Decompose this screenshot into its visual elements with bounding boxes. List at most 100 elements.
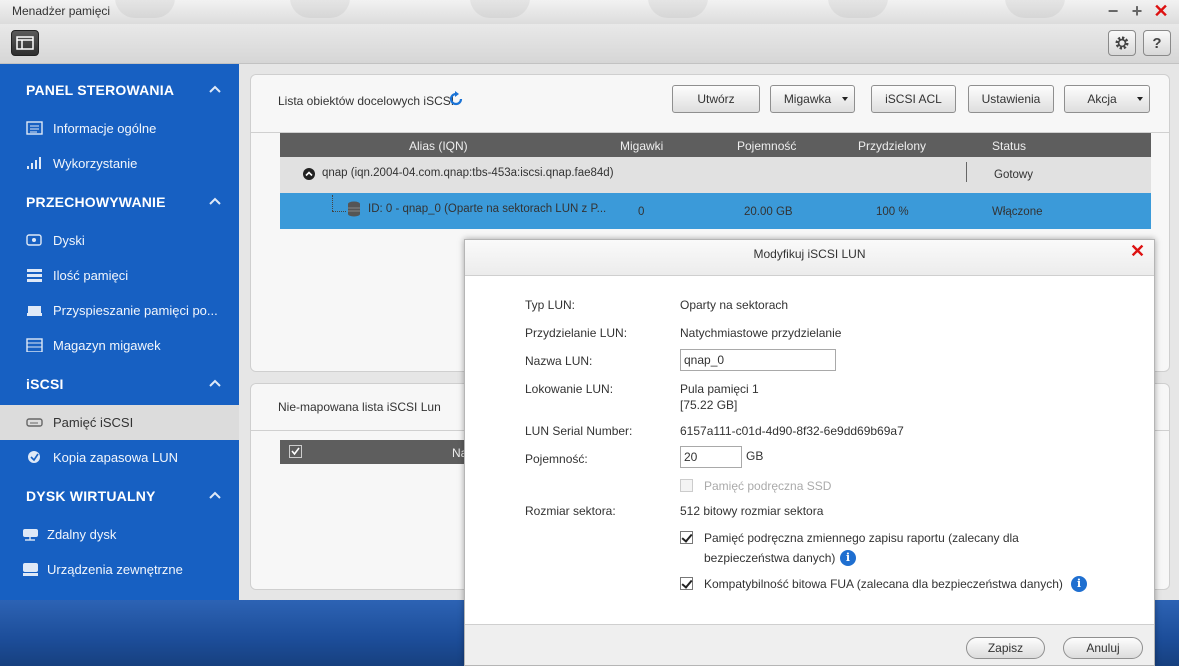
write-cache-checkbox[interactable]	[680, 531, 693, 544]
section-label: DYSK WIRTUALNY	[26, 488, 156, 504]
column-alias[interactable]: Alias (IQN)	[409, 139, 468, 153]
action-dropdown-button[interactable]: Akcja	[1064, 85, 1150, 113]
sidebar-item-usage[interactable]: Wykorzystanie	[0, 146, 239, 181]
capacity-unit: GB	[746, 449, 764, 463]
snapshot-label: Migawka	[783, 92, 832, 106]
chevron-up-icon	[209, 379, 221, 387]
lun-allocated: 100 %	[876, 206, 909, 218]
sidebar-item-remote-disk[interactable]: Zdalny dysk	[0, 517, 239, 552]
toggle-sidebar-button[interactable]	[11, 30, 39, 56]
snapshot-dropdown-button[interactable]: Migawka	[770, 85, 855, 113]
gear-icon	[1115, 36, 1129, 50]
serial-value: 6157a111-c01d-4d90-8f32-6e9dd69b69a7	[680, 424, 904, 438]
sidebar-item-cache-acceleration[interactable]: Przyspieszanie pamięci po...	[0, 293, 239, 328]
chevron-up-icon	[209, 85, 221, 93]
lun-name-input[interactable]	[680, 349, 836, 371]
sidebar-item-label: Dyski	[53, 233, 85, 248]
select-all-checkbox[interactable]	[289, 445, 302, 458]
dialog-title: Modyfikuj iSCSI LUN	[753, 247, 866, 261]
background-app-icon	[1005, 0, 1065, 18]
iscsi-storage-icon	[26, 418, 43, 427]
title-bar: Menadżer pamięci − + ✕	[0, 0, 1179, 24]
background-app-icon	[648, 0, 708, 18]
sidebar-item-label: Kopia zapasowa LUN	[53, 450, 179, 465]
check-icon	[291, 447, 300, 456]
action-label: Akcja	[1087, 92, 1117, 106]
capacity-label: Pojemność:	[525, 452, 588, 466]
tree-line	[332, 195, 333, 211]
lun-name-label: Nazwa LUN:	[525, 354, 593, 368]
close-icon[interactable]: ✕	[1130, 241, 1145, 262]
sidebar-section-control-panel[interactable]: PANEL STEROWANIA	[0, 73, 239, 107]
sidebar-section-iscsi[interactable]: iSCSI	[0, 367, 239, 401]
lun-capacity: 20.00 GB	[744, 206, 793, 218]
sidebar-item-iscsi-storage[interactable]: Pamięć iSCSI	[0, 405, 239, 440]
background-app-icon	[115, 0, 175, 18]
refresh-icon[interactable]	[448, 91, 464, 107]
lun-alias: ID: 0 - qnap_0 (Oparte na sektorach LUN …	[368, 203, 607, 215]
cancel-button[interactable]: Anuluj	[1063, 637, 1143, 659]
sidebar-item-label: Wykorzystanie	[53, 156, 138, 171]
settings-button[interactable]	[1108, 30, 1136, 56]
sector-size-label: Rozmiar sektora:	[525, 504, 616, 518]
capacity-input[interactable]	[680, 446, 742, 468]
column-snapshots[interactable]: Migawki	[620, 139, 663, 153]
save-button[interactable]: Zapisz	[966, 637, 1045, 659]
chevron-up-icon	[209, 491, 221, 499]
table-row-lun[interactable]: ID: 0 - qnap_0 (Oparte na sektorach LUN …	[280, 193, 1151, 229]
sidebar-item-external-devices[interactable]: Urządzenia zewnętrzne	[0, 552, 239, 587]
remote-disk-icon	[23, 529, 38, 541]
lun-snapshots: 0	[638, 206, 645, 218]
cache-drive-icon	[27, 306, 42, 316]
panel-title: Lista obiektów docelowych iSCSI	[278, 94, 455, 108]
external-device-icon	[23, 563, 38, 576]
maximize-icon[interactable]: +	[1128, 2, 1146, 20]
bar-chart-icon	[27, 157, 41, 169]
info-icon[interactable]: i	[840, 550, 856, 566]
column-status[interactable]: Status	[992, 139, 1026, 153]
column-capacity[interactable]: Pojemność	[737, 139, 796, 153]
app-toolbar: ?	[0, 24, 1179, 64]
sidebar-item-label: Urządzenia zewnętrzne	[47, 562, 183, 577]
help-button[interactable]: ?	[1143, 30, 1171, 56]
sidebar-section-storage[interactable]: PRZECHOWYWANIE	[0, 185, 239, 219]
collapse-icon[interactable]	[303, 168, 315, 180]
info-icon[interactable]: i	[1071, 576, 1087, 592]
location-pool: Pula pamięci 1	[680, 382, 759, 396]
write-cache-label-line2: bezpieczeństwa danych)	[704, 551, 836, 565]
ssd-cache-checkbox[interactable]	[680, 479, 693, 492]
sidebar-item-label: Pamięć iSCSI	[53, 415, 134, 430]
fua-checkbox[interactable]	[680, 577, 693, 590]
sidebar-item-label: Informacje ogólne	[53, 121, 157, 136]
sidebar-item-overview[interactable]: Informacje ogólne	[0, 111, 239, 146]
sidebar-item-label: Przyspieszanie pamięci po...	[53, 303, 218, 318]
location-size: [75.22 GB]	[680, 398, 738, 412]
target-alias: qnap (iqn.2004-04.com.qnap:tbs-453a:iscs…	[322, 167, 614, 179]
lun-backup-icon	[28, 451, 40, 463]
create-button[interactable]: Utwórz	[672, 85, 760, 113]
dialog-footer: Zapisz Anuluj	[465, 624, 1154, 665]
minimize-icon[interactable]: −	[1104, 2, 1122, 20]
chevron-down-icon	[842, 97, 848, 101]
sidebar: PANEL STEROWANIA Informacje ogólne Wykor…	[0, 64, 239, 600]
sidebar-item-snapshot-vault[interactable]: Magazyn migawek	[0, 328, 239, 363]
sidebar-item-disks[interactable]: Dyski	[0, 223, 239, 258]
background-app-icon	[290, 0, 350, 18]
allocation-label: Przydzielanie LUN:	[525, 326, 628, 340]
table-row-target[interactable]: qnap (iqn.2004-04.com.qnap:tbs-453a:iscs…	[280, 157, 1151, 193]
sidebar-item-storage-space[interactable]: Ilość pamięci	[0, 258, 239, 293]
iscsi-acl-button[interactable]: iSCSI ACL	[871, 85, 956, 113]
sidebar-item-label: Zdalny dysk	[47, 527, 117, 542]
close-icon[interactable]: ✕	[1152, 2, 1170, 20]
column-allocated[interactable]: Przydzielony	[858, 139, 926, 153]
storage-stack-icon	[27, 269, 42, 282]
sector-size-value: 512 bitowy rozmiar sektora	[680, 504, 824, 518]
modify-lun-dialog: Modyfikuj iSCSI LUN ✕ Typ LUN: Oparty na…	[464, 239, 1155, 666]
section-label: PANEL STEROWANIA	[26, 82, 175, 98]
sidebar-section-virtual-disk[interactable]: DYSK WIRTUALNY	[0, 479, 239, 513]
targets-table-header: Alias (IQN) Migawki Pojemność Przydzielo…	[280, 133, 1151, 157]
sidebar-item-label: Magazyn migawek	[53, 338, 161, 353]
settings-panel-button[interactable]: Ustawienia	[968, 85, 1054, 113]
location-label: Lokowanie LUN:	[525, 382, 614, 396]
sidebar-item-lun-backup[interactable]: Kopia zapasowa LUN	[0, 440, 239, 475]
